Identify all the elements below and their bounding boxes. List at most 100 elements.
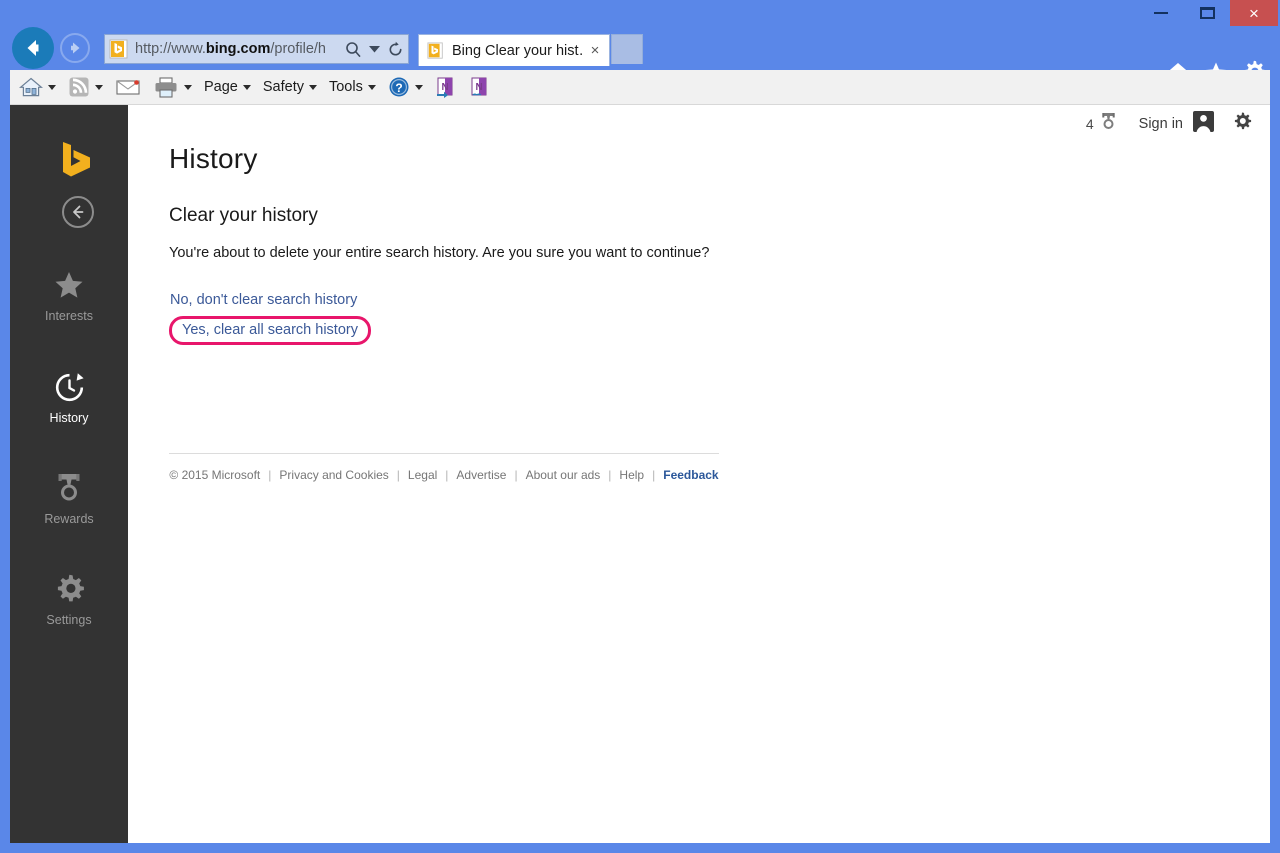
sidebar-item-label: Interests xyxy=(45,309,93,323)
copyright-text: © 2015 Microsoft xyxy=(169,468,260,482)
sidebar-item-label: Rewards xyxy=(44,512,93,526)
medal-icon xyxy=(54,471,84,505)
help-button[interactable]: ? xyxy=(385,73,426,102)
refresh-icon[interactable] xyxy=(382,35,408,63)
forward-button[interactable] xyxy=(60,33,90,63)
sidebar-back-button[interactable] xyxy=(62,196,94,228)
sidebar-item-settings[interactable]: Settings xyxy=(10,572,128,627)
search-icon[interactable] xyxy=(340,35,366,63)
home-button[interactable] xyxy=(16,73,59,102)
rss-icon xyxy=(68,76,90,98)
onenote-send-icon: N xyxy=(435,76,457,98)
settings-gear-icon[interactable] xyxy=(1232,112,1252,137)
safety-menu-label: Safety xyxy=(263,79,304,95)
bing-favicon xyxy=(427,42,445,60)
back-arrow-icon xyxy=(69,203,87,221)
sidebar-item-history[interactable]: History xyxy=(10,370,128,425)
page-footer: © 2015 Microsoft | Privacy and Cookies |… xyxy=(169,453,719,484)
main-content: History Clear your history You're about … xyxy=(169,143,869,345)
chevron-down-icon xyxy=(95,85,103,90)
confirmation-text: You're about to delete your entire searc… xyxy=(169,245,869,261)
footer-link-about-our-ads[interactable]: About our ads xyxy=(526,468,601,482)
home-icon xyxy=(19,76,43,98)
footer-separator: | xyxy=(608,468,611,482)
sidebar-item-interests[interactable]: Interests xyxy=(10,268,128,323)
rewards-count: 4 xyxy=(1086,116,1094,132)
bing-favicon xyxy=(109,39,129,59)
sidebar-item-rewards[interactable]: Rewards xyxy=(10,471,128,526)
title-bar: × xyxy=(0,0,1280,26)
onenote-linked-button[interactable]: N xyxy=(466,73,494,102)
page-content: Interests History xyxy=(10,105,1270,843)
maximize-button[interactable] xyxy=(1184,0,1230,26)
chevron-down-icon xyxy=(309,85,317,90)
confirm-clear-history-link[interactable]: Yes, clear all search history xyxy=(182,322,358,338)
feeds-button[interactable] xyxy=(65,73,106,102)
tab-title: Bing Clear your hist… xyxy=(452,43,585,59)
footer-link-advertise[interactable]: Advertise xyxy=(456,468,506,482)
history-clock-icon xyxy=(54,370,85,404)
section-title: Clear your history xyxy=(169,205,869,227)
address-bar[interactable]: http://www.bing.com/profile/h xyxy=(104,34,409,64)
svg-text:N: N xyxy=(475,82,482,93)
sign-in-link[interactable]: Sign in xyxy=(1139,116,1183,132)
safety-menu[interactable]: Safety xyxy=(260,73,320,102)
active-item-pointer xyxy=(128,473,141,499)
maximize-icon xyxy=(1200,7,1215,19)
browser-window: × http://www.bing.com/profile/h xyxy=(0,0,1280,853)
footer-separator: | xyxy=(652,468,655,482)
chevron-down-icon[interactable] xyxy=(366,35,382,63)
chevron-down-icon xyxy=(415,85,423,90)
footer-separator: | xyxy=(397,468,400,482)
footer-separator: | xyxy=(514,468,517,482)
chevron-down-icon xyxy=(243,85,251,90)
help-icon: ? xyxy=(388,76,410,98)
new-tab-button[interactable] xyxy=(611,34,643,64)
onenote-linked-icon: N xyxy=(469,76,491,98)
footer-link-privacy[interactable]: Privacy and Cookies xyxy=(279,468,388,482)
back-button[interactable] xyxy=(12,27,54,69)
footer-separator: | xyxy=(268,468,271,482)
person-icon[interactable] xyxy=(1193,111,1214,137)
navigation-row: http://www.bing.com/profile/h xyxy=(0,26,1280,70)
confirm-clear-history-highlight: Yes, clear all search history xyxy=(169,316,371,345)
minimize-button[interactable] xyxy=(1138,0,1184,26)
star-icon xyxy=(54,268,84,302)
print-button[interactable] xyxy=(150,73,195,102)
choice-no-row: No, don't clear search history xyxy=(169,291,869,309)
footer-link-feedback[interactable]: Feedback xyxy=(663,468,718,482)
svg-text:N: N xyxy=(441,82,448,93)
page-menu[interactable]: Page xyxy=(201,73,254,102)
back-arrow-icon xyxy=(20,35,46,61)
close-icon: × xyxy=(1249,5,1259,22)
mail-icon xyxy=(115,77,141,97)
forward-arrow-icon xyxy=(66,39,84,57)
decline-clear-history-link[interactable]: No, don't clear search history xyxy=(170,292,357,308)
sidebar-item-label: History xyxy=(50,411,89,425)
close-button[interactable]: × xyxy=(1230,0,1278,26)
minimize-icon xyxy=(1154,12,1168,14)
sidebar-item-label: Settings xyxy=(46,613,91,627)
tab-close-button[interactable]: × xyxy=(585,42,605,59)
bing-sidebar: Interests History xyxy=(10,105,128,843)
mail-button[interactable] xyxy=(112,73,144,102)
onenote-send-button[interactable]: N xyxy=(432,73,460,102)
footer-link-legal[interactable]: Legal xyxy=(408,468,437,482)
address-url: http://www.bing.com/profile/h xyxy=(135,41,340,57)
choice-list: No, don't clear search history Yes, clea… xyxy=(169,291,869,345)
browser-tab[interactable]: Bing Clear your hist… × xyxy=(418,34,610,66)
footer-separator: | xyxy=(445,468,448,482)
chevron-down-icon xyxy=(184,85,192,90)
footer-link-help[interactable]: Help xyxy=(619,468,644,482)
tools-menu[interactable]: Tools xyxy=(326,73,379,102)
page-title: History xyxy=(169,143,869,175)
gear-icon xyxy=(54,572,85,606)
command-bar: Page Safety Tools ? N xyxy=(10,70,1270,105)
chevron-down-icon xyxy=(368,85,376,90)
page-menu-label: Page xyxy=(204,79,238,95)
chevron-down-icon xyxy=(48,85,56,90)
medal-icon[interactable] xyxy=(1100,112,1117,136)
svg-text:?: ? xyxy=(395,81,402,95)
tab-strip: Bing Clear your hist… × xyxy=(418,34,643,66)
bing-logo[interactable] xyxy=(60,141,94,177)
